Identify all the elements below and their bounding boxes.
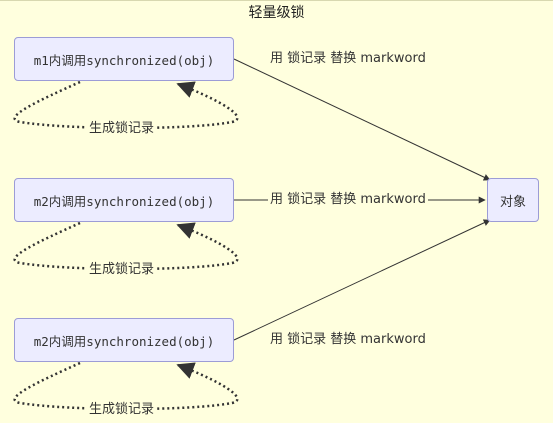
loop-label-1: 生成锁记录: [87, 121, 157, 137]
edge-m1-to-object: [233, 58, 491, 181]
node-m1-call[interactable]: m1内调用synchronized(obj): [14, 37, 234, 81]
edge-label-replace-1: 用 锁记录 替换 markword: [268, 51, 428, 67]
edge-m2b-to-object: [233, 219, 491, 341]
node-object[interactable]: 对象: [487, 178, 539, 222]
node-m2-call-2[interactable]: m2内调用synchronized(obj): [14, 318, 234, 362]
loop-label-2: 生成锁记录: [87, 262, 157, 278]
edge-label-replace-3: 用 锁记录 替换 markword: [268, 332, 428, 348]
node-m2-call-1[interactable]: m2内调用synchronized(obj): [14, 178, 234, 222]
edge-label-replace-2: 用 锁记录 替换 markword: [268, 192, 428, 208]
loop-label-3: 生成锁记录: [87, 402, 157, 418]
